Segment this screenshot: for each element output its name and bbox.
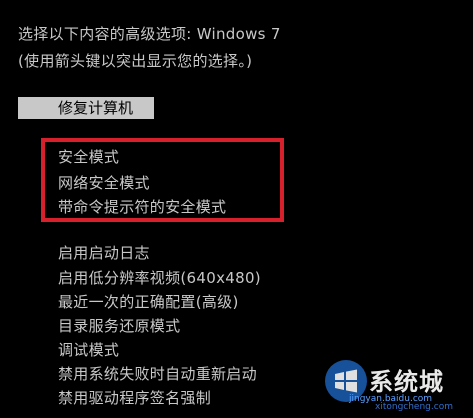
watermark-brand-text: 系统城 bbox=[369, 368, 444, 396]
menu-item-debugging-mode[interactable]: 调试模式 bbox=[58, 340, 119, 360]
menu-item-repair-computer[interactable]: 修复计算机 bbox=[18, 97, 154, 119]
watermark: 系统城 jingyan.baidu.com xitongcheng.com bbox=[317, 356, 467, 412]
instructions-text: (使用箭头键以突出显示您的选择。) bbox=[18, 52, 253, 70]
menu-item-boot-logging[interactable]: 启用启动日志 bbox=[58, 243, 150, 263]
advanced-options-title: 选择以下内容的高级选项: Windows 7 bbox=[18, 25, 281, 43]
menu-item-directory-services-restore[interactable]: 目录服务还原模式 bbox=[58, 316, 180, 336]
menu-item-last-known-good-config[interactable]: 最近一次的正确配置(高级) bbox=[58, 292, 239, 312]
menu-item-low-resolution-video[interactable]: 启用低分辨率视频(640x480) bbox=[58, 268, 261, 288]
watermark-url-secondary: xitongcheng.com bbox=[375, 402, 453, 412]
menu-item-safe-mode-command-prompt[interactable]: 带命令提示符的安全模式 bbox=[58, 197, 226, 217]
menu-item-label: 修复计算机 bbox=[58, 99, 134, 117]
watermark-brand: 系统城 bbox=[369, 362, 444, 397]
menu-item-safe-mode-networking[interactable]: 网络安全模式 bbox=[58, 173, 150, 193]
boot-options-screen: 选择以下内容的高级选项: Windows 7 (使用箭头键以突出显示您的选择。)… bbox=[0, 0, 473, 418]
menu-item-safe-mode[interactable]: 安全模式 bbox=[58, 147, 119, 167]
menu-item-disable-driver-signature[interactable]: 禁用驱动程序签名强制 bbox=[58, 388, 211, 408]
menu-item-disable-auto-restart[interactable]: 禁用系统失败时自动重新启动 bbox=[58, 364, 257, 384]
